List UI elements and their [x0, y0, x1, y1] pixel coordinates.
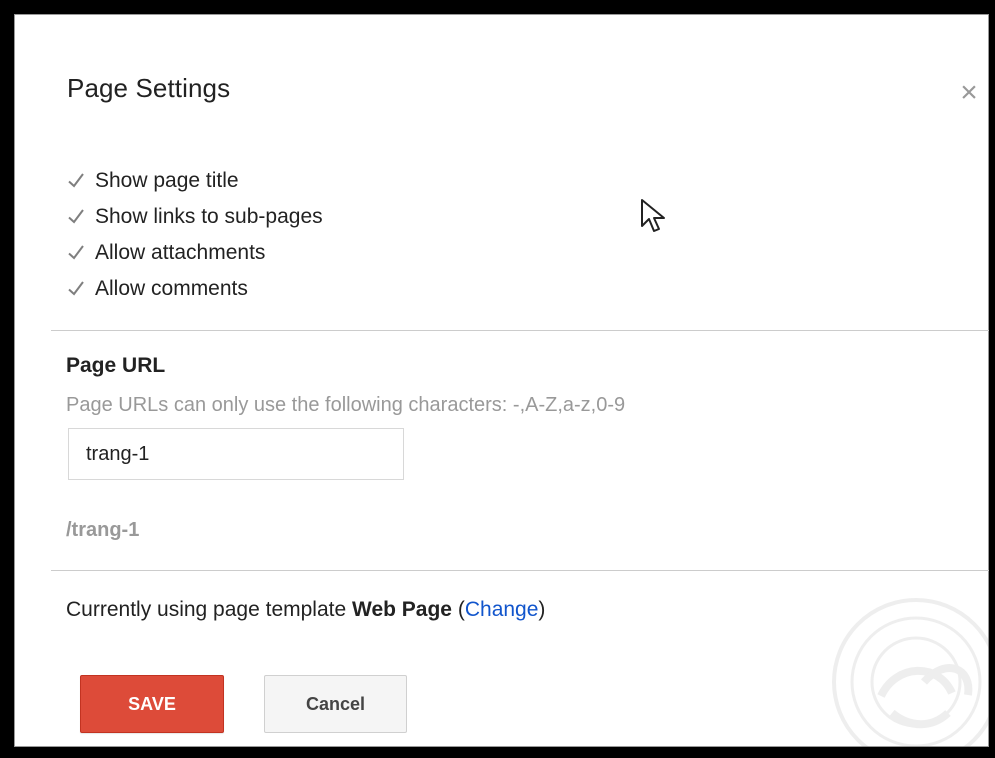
- save-button[interactable]: SAVE: [80, 675, 224, 733]
- show-page-title-label: Show page title: [95, 169, 239, 192]
- mouse-pointer-icon: [641, 199, 665, 232]
- template-prefix: Currently using page template: [66, 598, 347, 621]
- close-icon[interactable]: ×: [956, 78, 982, 108]
- cancel-button[interactable]: Cancel: [264, 675, 407, 733]
- page-options: Show page title Show links to sub-pages …: [66, 163, 323, 307]
- checkmark-icon[interactable]: [66, 207, 86, 227]
- allow-attachments-label: Allow attachments: [95, 241, 266, 264]
- option-allow-comments[interactable]: Allow comments: [66, 271, 323, 307]
- checkmark-icon[interactable]: [66, 243, 86, 263]
- show-links-to-sub-pages-label: Show links to sub-pages: [95, 205, 323, 228]
- dialog-title: Page Settings: [67, 73, 231, 103]
- page-url-heading: Page URL: [66, 354, 166, 377]
- checkmark-icon[interactable]: [66, 171, 86, 191]
- template-name: Web Page: [352, 598, 452, 621]
- page-url-input[interactable]: [68, 428, 404, 480]
- option-show-page-title[interactable]: Show page title: [66, 163, 323, 199]
- template-close-paren: ): [538, 598, 546, 621]
- page-url-hint: Page URLs can only use the following cha…: [66, 394, 626, 416]
- page-settings-dialog: Page Settings × Show page title Show lin…: [14, 14, 989, 747]
- page-template-info: Currently using page template Web Page (…: [66, 598, 545, 622]
- checkmark-icon[interactable]: [66, 279, 86, 299]
- section-divider: [51, 570, 989, 571]
- option-allow-attachments[interactable]: Allow attachments: [66, 235, 323, 271]
- stamp-watermark: [832, 598, 989, 747]
- section-divider: [51, 330, 989, 331]
- template-open-paren: (: [457, 598, 465, 621]
- change-template-link[interactable]: Change: [465, 598, 539, 621]
- option-show-links-to-sub-pages[interactable]: Show links to sub-pages: [66, 199, 323, 235]
- allow-comments-label: Allow comments: [95, 277, 248, 300]
- page-url-preview: /trang-1: [66, 519, 140, 541]
